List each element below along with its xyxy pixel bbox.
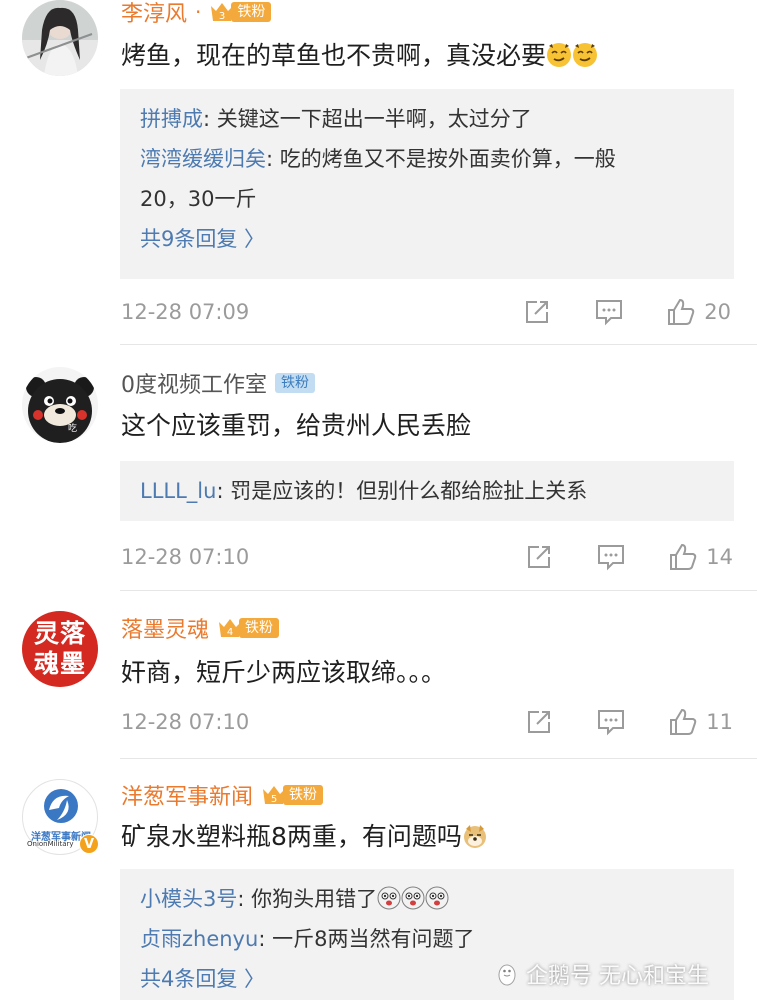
comment-header: 落墨灵魂 4 铁粉 — [121, 612, 280, 644]
separator-dot: · — [195, 0, 202, 24]
comment-meta: 12-28 07:09 20 — [121, 295, 737, 329]
reply-username[interactable]: 拼搏成 — [140, 107, 203, 131]
like-count: 20 — [704, 300, 731, 324]
comment-icon[interactable] — [596, 708, 626, 736]
watermark: 企鹅号 无心和宝生 — [494, 958, 709, 990]
fan-label: 铁粉 — [275, 373, 315, 393]
share-icon[interactable] — [522, 298, 552, 326]
like-button[interactable]: 14 — [668, 542, 733, 572]
smirk-emoji-icon — [546, 42, 572, 68]
fan-level: 3 — [219, 11, 225, 22]
comment-text: 这个应该重罚，给贵州人民丢脸 — [121, 408, 471, 444]
fan-level: 5 — [271, 794, 277, 805]
comment-text-content: 矿泉水塑料瓶8两重，有问题吗 — [121, 822, 462, 851]
fan-label: 铁粉 — [231, 2, 272, 22]
reply-box: 拼搏成: 关键这一下超出一半啊，太过分了 湾湾缓缓归矣: 吃的烤鱼又不是按外面卖… — [120, 89, 734, 279]
share-icon[interactable] — [524, 708, 554, 736]
comment-meta: 12-28 07:10 14 — [121, 540, 737, 574]
comment-meta: 12-28 07:10 11 — [121, 705, 737, 739]
like-count: 11 — [706, 710, 733, 734]
avatar[interactable]: 洋葱军事新闻 OnionMilitary V — [22, 779, 99, 855]
crown-icon: 4 — [217, 616, 243, 640]
reply-username[interactable]: LLLL_lu — [140, 479, 216, 503]
avatar-caption: 吃 — [68, 422, 77, 434]
reply-text: 你狗头用错了 — [251, 887, 378, 911]
timestamp: 12-28 07:09 — [121, 300, 250, 324]
reply-item[interactable]: 拼搏成: 关键这一下超出一半啊，太过分了 — [140, 99, 714, 139]
reply-username[interactable]: 贞雨zhenyu — [140, 927, 258, 951]
reply-username[interactable]: 湾湾缓缓归矣 — [140, 147, 266, 171]
username[interactable]: 李淳风 — [121, 0, 187, 28]
reply-text: 罚是应该的！但别什么都给脸扯上关系 — [230, 479, 588, 503]
doge-emoji-icon — [462, 823, 488, 849]
dizzy-face-emoji-icon — [401, 883, 425, 910]
reply-text: 关键这一下超出一半啊，太过分了 — [216, 107, 532, 131]
fan-badge[interactable]: 5 铁粉 — [261, 783, 324, 807]
crown-icon: 5 — [261, 783, 287, 807]
avatar-text: 灵落魂墨 — [33, 619, 86, 678]
timestamp: 12-28 07:10 — [121, 545, 250, 569]
comment-text-content: 烤鱼，现在的草鱼也不贵啊，真没必要 — [121, 41, 547, 70]
fan-label: 铁粉 — [239, 618, 280, 638]
like-count: 14 — [706, 545, 733, 569]
share-icon[interactable] — [524, 543, 554, 571]
reply-username[interactable]: 小模头3号 — [140, 887, 237, 911]
like-button[interactable]: 11 — [668, 707, 733, 737]
more-replies-link[interactable]: 共9条回复 〉 — [140, 219, 714, 259]
reply-item[interactable]: 贞雨zhenyu: 一斤8两当然有问题了 — [140, 919, 714, 959]
username[interactable]: 落墨灵魂 — [121, 612, 209, 644]
reply-item[interactable]: 小模头3号: 你狗头用错了 — [140, 879, 714, 919]
fan-label: 铁粉 — [283, 785, 324, 805]
fan-badge[interactable]: 4 铁粉 — [217, 616, 280, 640]
reply-item[interactable]: LLLL_lu: 罚是应该的！但别什么都给脸扯上关系 — [140, 471, 714, 511]
reply-box: LLLL_lu: 罚是应该的！但别什么都给脸扯上关系 — [120, 461, 734, 521]
timestamp: 12-28 07:10 — [121, 710, 250, 734]
comment-1: 李淳风 · 3 铁粉 烤鱼，现在的草鱼也不贵啊，真没必要 拼搏成: 关键这一下超… — [0, 0, 757, 345]
comment-header: 0度视频工作室 铁粉 — [121, 367, 315, 399]
username[interactable]: 0度视频工作室 — [121, 367, 267, 399]
reply-text: 吃的烤鱼又不是按外面卖价算，一般 — [279, 147, 616, 171]
comment-text: 烤鱼，现在的草鱼也不贵啊，真没必要 — [121, 38, 598, 74]
reply-item[interactable]: 湾湾缓缓归矣: 吃的烤鱼又不是按外面卖价算，一般 20，30一斤 — [140, 139, 714, 219]
thumbs-up-icon — [670, 708, 697, 735]
comment-text: 矿泉水塑料瓶8两重，有问题吗 — [121, 819, 488, 855]
crown-icon: 3 — [209, 0, 235, 24]
avatar[interactable] — [22, 0, 98, 76]
dizzy-face-emoji-icon — [425, 883, 449, 910]
smirk-emoji-icon — [572, 42, 598, 68]
watermark-text: 企鹅号 无心和宝生 — [526, 964, 709, 989]
reply-text: 一斤8两当然有问题了 — [272, 927, 475, 951]
comment-text-content: 这个应该重罚，给贵州人民丢脸 — [121, 411, 472, 440]
penguin-logo-icon — [494, 961, 520, 987]
fan-badge[interactable]: 3 铁粉 — [209, 0, 272, 24]
comment-icon[interactable] — [594, 298, 624, 326]
comment-3: 灵落魂墨 落墨灵魂 4 铁粉 奸商，短斤少两应该取缔。。。 12-28 07:1… — [0, 591, 757, 759]
thumbs-up-icon — [670, 543, 697, 570]
like-button[interactable]: 20 — [666, 297, 731, 327]
avatar[interactable]: 灵落魂墨 — [22, 611, 98, 687]
comment-icon[interactable] — [596, 543, 626, 571]
reply-text-continued: 20，30一斤 — [140, 187, 257, 211]
verified-badge: V — [79, 834, 99, 854]
fan-level: 4 — [227, 627, 233, 638]
comment-header: 洋葱军事新闻 5 铁粉 — [121, 779, 324, 811]
thumbs-up-icon — [668, 298, 695, 325]
comment-text-content: 奸商，短斤少两应该取缔。。。 — [121, 658, 447, 687]
dizzy-face-emoji-icon — [377, 883, 401, 910]
comment-text: 奸商，短斤少两应该取缔。。。 — [121, 655, 446, 691]
comment-2: 吃 0度视频工作室 铁粉 这个应该重罚，给贵州人民丢脸 LLLL_lu: 罚是应… — [0, 345, 757, 591]
avatar[interactable]: 吃 — [22, 367, 98, 443]
fan-badge[interactable]: 铁粉 — [275, 371, 315, 395]
avatar-brand-en: OnionMilitary — [27, 840, 74, 848]
username[interactable]: 洋葱军事新闻 — [121, 779, 253, 811]
comment-header: 李淳风 · 3 铁粉 — [121, 0, 272, 28]
